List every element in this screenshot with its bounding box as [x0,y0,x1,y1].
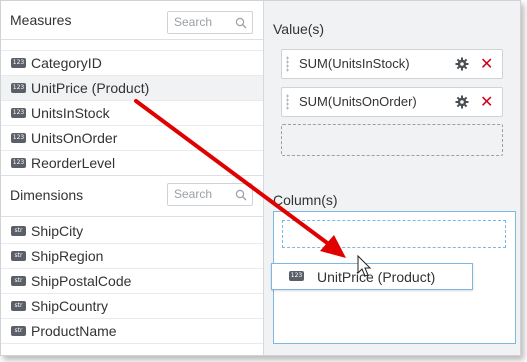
drag-annotation-arrow [134,99,372,277]
move-cursor-icon [357,254,372,277]
window: Measures Search 123 CategoryID 123 UnitP… [0,0,521,356]
